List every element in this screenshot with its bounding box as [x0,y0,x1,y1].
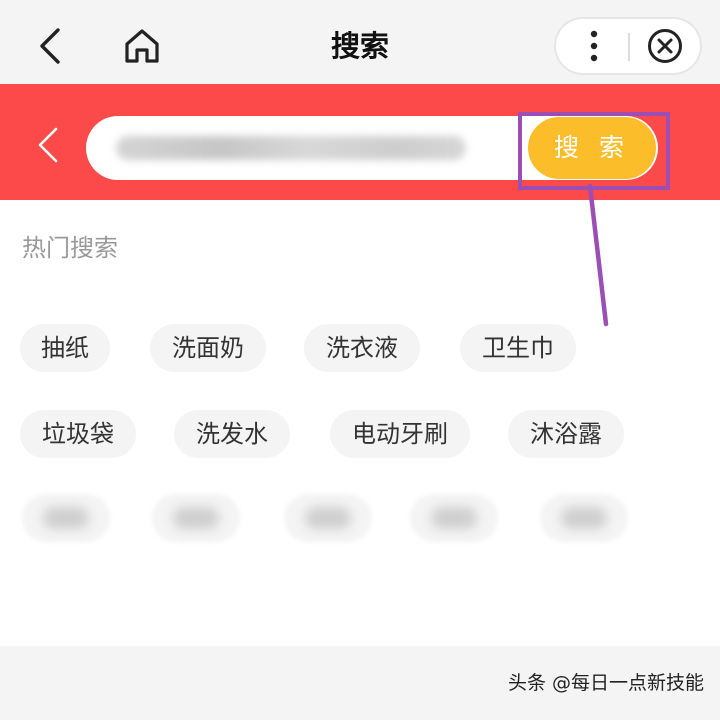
blurred-hot-search-chip[interactable] [410,494,498,542]
search-page: 搜索 搜 索 热门搜索 抽纸 洗面奶 洗衣液 卫生巾 垃圾袋 洗发水 电动牙刷 … [0,0,720,720]
blurred-hot-search-chip[interactable] [22,494,110,542]
home-button[interactable] [118,22,166,70]
blurred-chip-text [561,507,607,529]
search-button[interactable]: 搜 索 [528,117,656,179]
back-button[interactable] [30,22,70,70]
mini-program-capsule [554,17,702,75]
page-title: 搜索 [330,29,389,63]
capsule-divider [628,33,630,61]
more-vertical-icon [590,30,598,62]
search-back-button[interactable] [30,122,66,168]
hot-search-chip[interactable]: 洗衣液 [304,324,420,372]
blurred-hot-search-chip[interactable] [152,494,240,542]
hot-search-chip[interactable]: 卫生巾 [460,324,576,372]
blurred-chip-text [431,507,477,529]
search-bar-area: 搜 索 [0,84,720,200]
chevron-left-icon [40,28,60,64]
blurred-hot-search-chip[interactable] [540,494,628,542]
close-circle-icon [648,29,682,63]
chevron-left-icon [38,127,58,163]
blurred-chip-text [173,507,219,529]
hot-search-chip[interactable]: 洗发水 [174,410,290,458]
watermark: 头条 @每日一点新技能 [507,672,704,694]
blurred-chip-text [305,507,351,529]
close-button[interactable] [644,25,686,67]
search-input[interactable] [108,126,472,172]
more-button[interactable] [570,19,618,73]
hot-search-chip[interactable]: 洗面奶 [150,324,266,372]
hot-search-chip[interactable]: 垃圾袋 [20,410,136,458]
hot-search-title: 热门搜索 [22,234,118,262]
top-app-bar: 搜索 [0,0,720,84]
hot-search-chip[interactable]: 沐浴露 [508,410,624,458]
blurred-chip-text [43,507,89,529]
home-icon [125,29,159,63]
hot-search-chip[interactable]: 电动牙刷 [330,410,470,458]
hot-search-chip[interactable]: 抽纸 [20,324,110,372]
blurred-hot-search-chip[interactable] [284,494,372,542]
